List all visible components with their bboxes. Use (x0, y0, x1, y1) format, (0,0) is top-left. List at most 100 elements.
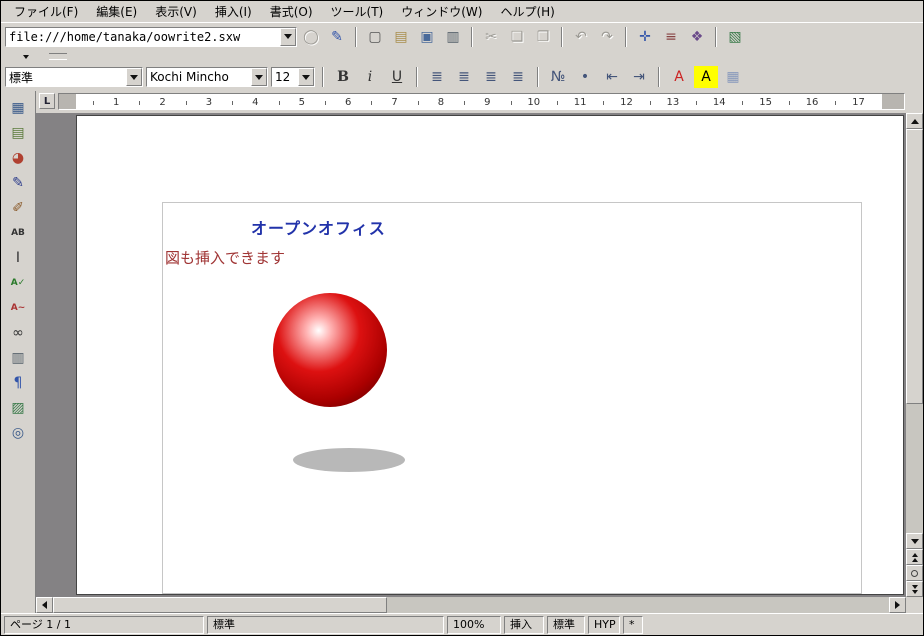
draw-functions-icon[interactable]: ✎ (5, 171, 31, 194)
italic-button[interactable]: i (358, 66, 382, 88)
align-center-icon[interactable]: ≣ (452, 66, 476, 88)
cut-icon[interactable]: ✂ (479, 26, 503, 48)
open-document-icon[interactable]: ▤ (389, 26, 413, 48)
document-heading[interactable]: オープンオフィス (251, 215, 386, 239)
scroll-up-button[interactable] (906, 113, 923, 129)
navigation-button[interactable] (906, 565, 923, 581)
menu-format[interactable]: 書式(O) (261, 1, 322, 22)
ruler-number: 10 (511, 95, 557, 110)
horizontal-scrollbar[interactable] (36, 597, 923, 613)
toolbar-options-button[interactable] (15, 51, 37, 62)
scroll-right-button[interactable] (889, 597, 906, 613)
data-sources-icon[interactable]: ▥ (5, 346, 31, 369)
insert-graphics-icon[interactable]: ▧ (723, 26, 747, 48)
status-modified[interactable]: * (623, 616, 643, 634)
ruler-row: L 1234567891011121314151617 (36, 91, 923, 113)
sphere-image[interactable] (273, 293, 387, 407)
ruler-number: 6 (325, 95, 371, 110)
highlighting-icon[interactable]: A (694, 66, 718, 88)
text-frame[interactable]: オープンオフィス 図も挿入できます (162, 202, 862, 594)
edit-file-icon[interactable]: ✎ (325, 26, 349, 48)
find-replace-icon[interactable]: ∞ (5, 321, 31, 344)
gallery-icon[interactable]: ❖ (685, 26, 709, 48)
ruler-number: 2 (139, 95, 185, 110)
menu-tools[interactable]: ツール(T) (322, 1, 393, 22)
font-color-icon[interactable]: A (667, 66, 691, 88)
status-zoom[interactable]: 100% (447, 616, 501, 634)
graphics-onoff-icon[interactable]: ▨ (5, 396, 31, 419)
autotext-icon[interactable]: AB (5, 221, 31, 244)
font-size-input[interactable] (272, 68, 298, 86)
menu-help[interactable]: ヘルプ(H) (491, 1, 563, 22)
size-dropdown-button[interactable] (298, 68, 314, 86)
form-functions-icon[interactable]: ✐ (5, 196, 31, 219)
menu-file[interactable]: ファイル(F) (5, 1, 87, 22)
autospellcheck-icon[interactable]: A~ (5, 296, 31, 319)
stop-icon[interactable]: ◯ (299, 26, 323, 48)
undo-icon[interactable]: ↶ (569, 26, 593, 48)
object-bar: B i U ≣≣≣≣ №•⇤⇥ AA▦ (1, 63, 923, 91)
direct-cursor-icon[interactable]: I (5, 246, 31, 269)
insert-icon[interactable]: ▦ (5, 96, 31, 119)
background-color-icon[interactable]: ▦ (721, 66, 745, 88)
copy-icon[interactable]: ❏ (505, 26, 529, 48)
arrow-left-icon (42, 601, 47, 609)
vertical-scroll-thumb[interactable] (906, 129, 923, 404)
insert-fields-icon[interactable]: ▤ (5, 121, 31, 144)
document-area[interactable]: オープンオフィス 図も挿入できます (36, 113, 906, 597)
status-insert-mode[interactable]: 挿入 (504, 616, 544, 634)
ruler-number: 8 (418, 95, 464, 110)
font-dropdown-button[interactable] (251, 68, 267, 86)
font-name-input[interactable] (147, 68, 251, 86)
url-input[interactable] (6, 28, 280, 46)
save-document-icon[interactable]: ▣ (415, 26, 439, 48)
vertical-scrollbar[interactable] (906, 113, 923, 597)
separator (322, 67, 324, 87)
align-left-icon[interactable]: ≣ (425, 66, 449, 88)
status-page-style[interactable]: 標準 (207, 616, 444, 634)
bold-button[interactable]: B (331, 66, 355, 88)
arrow-right-icon (895, 601, 900, 609)
vertical-scroll-track[interactable] (906, 129, 923, 533)
nonprinting-characters-icon[interactable]: ¶ (5, 371, 31, 394)
navigator-icon[interactable]: ✛ (633, 26, 657, 48)
redo-icon[interactable]: ↷ (595, 26, 619, 48)
justify-icon[interactable]: ≣ (506, 66, 530, 88)
menu-view[interactable]: 表示(V) (146, 1, 206, 22)
increase-indent-icon[interactable]: ⇥ (627, 66, 651, 88)
new-document-icon[interactable]: ▢ (363, 26, 387, 48)
print-icon[interactable]: ▥ (441, 26, 465, 48)
spellcheck-icon[interactable]: A✓ (5, 271, 31, 294)
horizontal-scroll-thumb[interactable] (53, 597, 387, 613)
status-selection-mode[interactable]: 標準 (547, 616, 585, 634)
previous-page-button[interactable] (906, 549, 923, 565)
bullets-icon[interactable]: • (573, 66, 597, 88)
menu-window[interactable]: ウィンドウ(W) (392, 1, 491, 22)
online-layout-icon[interactable]: ◎ (5, 421, 31, 444)
paste-icon[interactable]: ❐ (531, 26, 555, 48)
tab-stop-selector[interactable]: L (39, 93, 55, 109)
paragraph-style-input[interactable] (6, 68, 126, 86)
insert-object-icon[interactable]: ◕ (5, 146, 31, 169)
scroll-left-button[interactable] (36, 597, 53, 613)
stylist-icon[interactable]: ≡ (659, 26, 683, 48)
menu-edit[interactable]: 編集(E) (87, 1, 146, 22)
horizontal-ruler[interactable]: 1234567891011121314151617 (58, 93, 905, 110)
scroll-down-button[interactable] (906, 533, 923, 549)
horizontal-scroll-track[interactable] (53, 597, 889, 613)
url-dropdown-button[interactable] (280, 28, 296, 46)
status-page[interactable]: ページ 1 / 1 (4, 616, 204, 634)
arrow-up-icon (911, 119, 919, 124)
document-paragraph[interactable]: 図も挿入できます (165, 247, 285, 268)
decrease-indent-icon[interactable]: ⇤ (600, 66, 624, 88)
next-page-button[interactable] (906, 581, 923, 597)
numbering-icon[interactable]: № (546, 66, 570, 88)
menu-insert[interactable]: 挿入(I) (206, 1, 261, 22)
font-size-combobox (271, 67, 315, 87)
align-right-icon[interactable]: ≣ (479, 66, 503, 88)
style-dropdown-button[interactable] (126, 68, 142, 86)
status-hyperlink-mode[interactable]: HYP (588, 616, 620, 634)
page[interactable]: オープンオフィス 図も挿入できます (76, 115, 904, 595)
toolbar-drag-handle[interactable] (49, 53, 67, 60)
underline-button[interactable]: U (385, 66, 409, 88)
